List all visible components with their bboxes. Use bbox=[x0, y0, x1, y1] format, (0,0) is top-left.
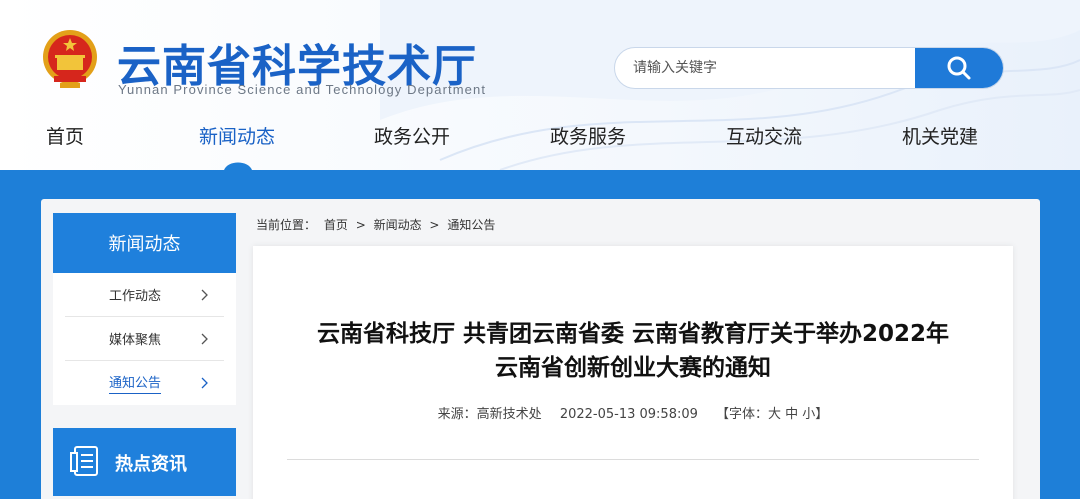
breadcrumb-home[interactable]: 首页 bbox=[324, 218, 348, 232]
nav-item-government-affairs[interactable]: 政务公开 bbox=[374, 122, 450, 149]
site-subtitle: Yunnan Province Science and Technology D… bbox=[118, 82, 487, 97]
sidebar-item-notices[interactable]: 通知公告 bbox=[65, 361, 224, 405]
search-input[interactable] bbox=[615, 48, 917, 88]
nav-item-news[interactable]: 新闻动态 bbox=[199, 122, 275, 149]
search-box bbox=[614, 47, 1004, 89]
nav-item-party-building[interactable]: 机关党建 bbox=[902, 122, 978, 149]
article-meta: 来源：高新技术处 2022-05-13 09:58:09 【字体：大 中 小】 bbox=[253, 403, 1013, 422]
breadcrumb: 当前位置： 首页 > 新闻动态 > 通知公告 bbox=[256, 216, 499, 233]
sidebar-title: 新闻动态 bbox=[53, 213, 236, 273]
article-datetime: 2022-05-13 09:58:09 bbox=[559, 407, 698, 422]
article-title-line-1: 云南省科技厅 共青团云南省委 云南省教育厅关于举办2022年 bbox=[316, 321, 950, 347]
hot-news-header[interactable]: 热点资讯 bbox=[53, 428, 236, 496]
document-icon bbox=[70, 446, 98, 476]
sidebar-item-label: 通知公告 bbox=[109, 372, 162, 394]
sidebar-item-media-focus[interactable]: 媒体聚焦 bbox=[65, 317, 224, 361]
nav-active-indicator bbox=[224, 162, 252, 170]
hot-news-title: 热点资讯 bbox=[115, 454, 187, 475]
national-emblem-icon bbox=[43, 30, 97, 88]
nav-item-interaction[interactable]: 互动交流 bbox=[726, 122, 802, 149]
sidebar-item-label: 媒体聚焦 bbox=[109, 333, 162, 348]
breadcrumb-separator: > bbox=[355, 218, 366, 232]
article-source: 来源：高新技术处 bbox=[437, 407, 542, 422]
sidebar-item-label: 工作动态 bbox=[109, 289, 162, 304]
article-divider bbox=[287, 459, 979, 460]
search-icon bbox=[947, 56, 971, 80]
search-button[interactable] bbox=[915, 48, 1003, 88]
main-nav: 首页 新闻动态 政务公开 政务服务 互动交流 机关党建 bbox=[0, 112, 1080, 158]
font-size-switcher[interactable]: 【字体：大 中 小】 bbox=[716, 407, 828, 422]
breadcrumb-news[interactable]: 新闻动态 bbox=[374, 218, 422, 232]
sidebar-menu: 工作动态 媒体聚焦 通知公告 bbox=[53, 273, 236, 405]
article-title-line-2: 云南省创新创业大赛的通知 bbox=[495, 355, 771, 381]
chevron-right-icon bbox=[201, 377, 208, 389]
chevron-right-icon bbox=[201, 333, 208, 345]
sidebar-item-work-news[interactable]: 工作动态 bbox=[65, 273, 224, 317]
chevron-right-icon bbox=[201, 289, 208, 301]
breadcrumb-notices[interactable]: 通知公告 bbox=[447, 218, 495, 232]
nav-item-home[interactable]: 首页 bbox=[46, 122, 84, 149]
site-header: 云南省科学技术厅 Yunnan Province Science and Tec… bbox=[0, 0, 1080, 170]
breadcrumb-prefix: 当前位置： bbox=[256, 218, 317, 232]
nav-item-government-services[interactable]: 政务服务 bbox=[550, 122, 626, 149]
breadcrumb-separator: > bbox=[429, 218, 440, 232]
